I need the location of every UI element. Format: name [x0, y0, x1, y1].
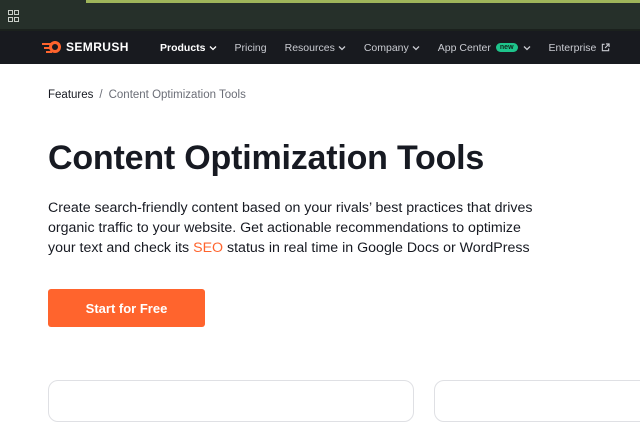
breadcrumb-current: Content Optimization Tools: [108, 89, 246, 101]
nav-item-pricing[interactable]: Pricing: [235, 42, 267, 54]
nav-item-label: Products: [160, 41, 206, 54]
logo-text: SEMRUSH: [66, 40, 129, 54]
nav-item-label: Enterprise: [548, 41, 597, 54]
chevron-down-icon: [209, 45, 216, 50]
nav-item-label: App Center: [437, 41, 491, 54]
nav-item-label: Pricing: [234, 41, 267, 54]
start-for-free-button[interactable]: Start for Free: [48, 289, 205, 327]
page-title: Content Optimization Tools: [48, 139, 485, 177]
nav-item-products[interactable]: Products: [160, 42, 217, 54]
semrush-logo-icon: [42, 41, 61, 53]
nav-item-resources[interactable]: Resources: [285, 42, 346, 54]
breadcrumb-separator: /: [99, 89, 103, 101]
nav-item-app-center[interactable]: App Center new: [438, 42, 531, 54]
apps-grid-icon[interactable]: [8, 10, 19, 22]
external-link-icon: [602, 43, 611, 52]
chevron-down-icon: [412, 45, 420, 50]
feature-card: [48, 380, 414, 422]
hero-description: Create search-friendly content based on …: [48, 198, 538, 258]
new-badge: new: [495, 43, 518, 52]
nav-item-label: Company: [363, 41, 409, 54]
nav-item-company[interactable]: Company: [364, 42, 420, 54]
chevron-down-icon: [338, 45, 346, 50]
semrush-logo[interactable]: SEMRUSH: [42, 40, 129, 54]
feature-card: [434, 380, 640, 422]
seo-link[interactable]: SEO: [193, 240, 223, 256]
nav-item-enterprise[interactable]: Enterprise: [549, 42, 611, 54]
nav-item-label: Resources: [284, 41, 335, 54]
description-text-end: status in real time in Google Docs or Wo…: [223, 240, 530, 256]
browser-accent-line: [86, 0, 640, 3]
browser-toolbar: [0, 0, 640, 31]
top-navigation: SEMRUSH Products Pricing Resources Compa…: [0, 31, 640, 64]
nav-menu: Products Pricing Resources Company App C…: [160, 31, 628, 64]
chevron-down-icon: [523, 45, 530, 50]
breadcrumb: Features / Content Optimization Tools: [48, 89, 246, 101]
breadcrumb-features-link[interactable]: Features: [48, 89, 93, 101]
